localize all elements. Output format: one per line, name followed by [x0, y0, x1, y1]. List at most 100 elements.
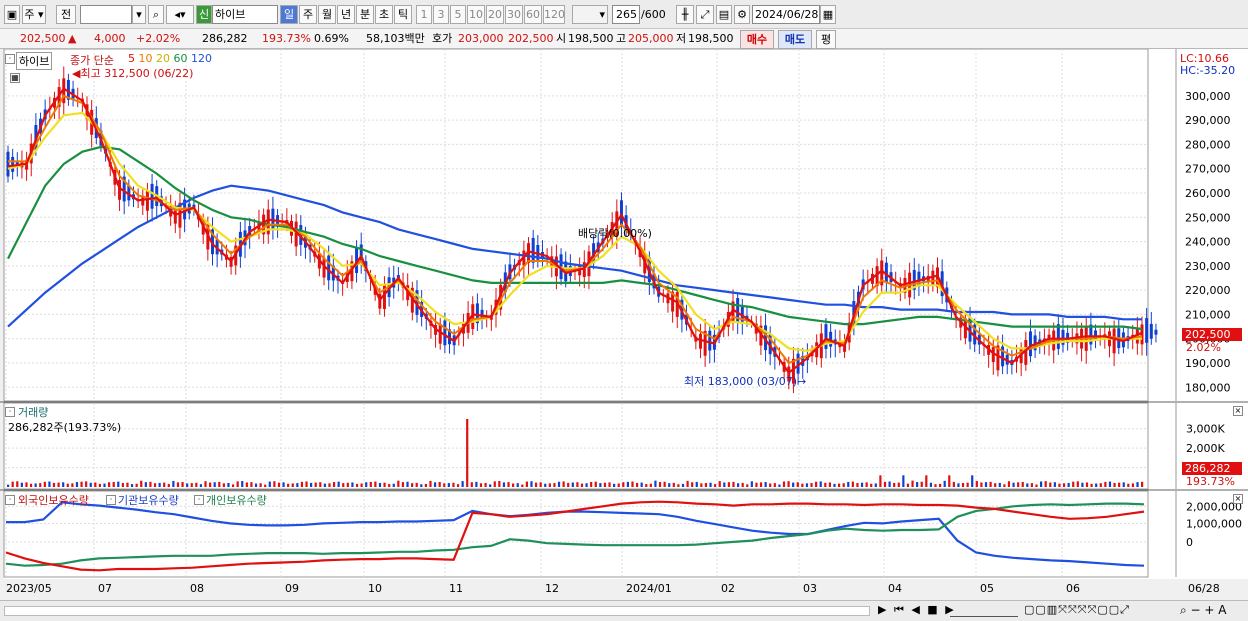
interval-tab-5[interactable]: 5 [450, 5, 466, 24]
time-scrollbar[interactable] [4, 606, 870, 616]
bar-count-input[interactable]: 265 [612, 5, 640, 24]
price-tick-label: 180,000 [1185, 381, 1231, 394]
eval-button[interactable]: 평 [816, 30, 836, 49]
volume-bar [658, 482, 662, 487]
volume-bar [1085, 482, 1089, 487]
period-tab-6[interactable]: 틱 [394, 5, 412, 24]
market-select[interactable]: 주 ▾ [22, 5, 46, 24]
volume-bar [484, 482, 487, 487]
inst-panel-icon[interactable]: · [106, 495, 116, 505]
credit-badge[interactable]: 신 [196, 5, 212, 24]
foreign-holding-title[interactable]: 외국인보유수량 [18, 492, 89, 508]
volume-value: 286,282 [202, 32, 248, 45]
volume-bar [181, 482, 184, 487]
volume-bar [397, 480, 400, 487]
bid-ask-label: 호가 [432, 32, 453, 45]
table-icon[interactable]: ▦ [10, 73, 20, 83]
volume-bar [966, 482, 969, 487]
sound-icon[interactable]: ◂▾ [166, 5, 194, 24]
volume-title[interactable]: 거래량 [18, 404, 48, 420]
volume-bar [140, 480, 143, 487]
volume-bar [48, 481, 51, 487]
period-tab-4[interactable]: 분 [356, 5, 374, 24]
period-tab-3[interactable]: 년 [337, 5, 355, 24]
interval-tab-30[interactable]: 30 [505, 5, 523, 24]
indiv-panel-icon[interactable]: · [194, 495, 204, 505]
code-dropdown-icon[interactable]: ▾ [132, 5, 146, 24]
date-input[interactable]: 2024/06/28 [752, 5, 820, 24]
inst-holding-title[interactable]: 기관보유수량 [118, 492, 179, 508]
volume-bar [796, 482, 799, 487]
period-tab-2[interactable]: 월 [318, 5, 336, 24]
low-label: 저 [676, 32, 687, 45]
volume-panel-close-icon[interactable]: × [1233, 406, 1243, 416]
interval-tab-120[interactable]: 120 [543, 5, 565, 24]
drawing-tool-icon[interactable]: ⤢ [696, 5, 714, 24]
save-icon[interactable]: ▤ [716, 5, 732, 24]
buy-button[interactable]: 매수 [740, 30, 774, 49]
volume-bar [43, 481, 46, 487]
candle-type-icon[interactable]: ╫ [676, 5, 694, 24]
price-panel-tag[interactable]: 하이브 [16, 52, 53, 70]
gear-icon[interactable]: ⚙ [734, 5, 750, 24]
volume-bar [599, 483, 602, 487]
low-note: 최저 183,000 (03/07)→ [684, 375, 807, 388]
stock-name-field[interactable]: 하이브 [212, 5, 278, 24]
window-menu-icon[interactable]: ▣ [4, 5, 20, 24]
volume-bar [360, 483, 363, 487]
holding-panel-close-icon[interactable]: × [1233, 494, 1243, 504]
period-tab-0[interactable]: 일 [280, 5, 298, 24]
volume-bar [470, 482, 473, 487]
interval-tab-3[interactable]: 3 [433, 5, 449, 24]
change-rate: +2.02% [136, 32, 181, 45]
volume-bar [300, 481, 304, 487]
holding-panel-icon[interactable]: · [5, 495, 15, 505]
volume-bar [172, 480, 175, 487]
panel-close-icon[interactable]: · [5, 54, 15, 64]
market-label: 주 [24, 8, 35, 21]
search-icon[interactable]: ⌕ [148, 5, 164, 24]
volume-bar [631, 481, 634, 487]
zoom-icons[interactable]: ⌕ − + A [1180, 603, 1226, 618]
volume-bar [236, 481, 239, 487]
volume-bar [677, 484, 680, 487]
volume-bar [778, 484, 781, 487]
volume-panel-icon[interactable]: · [5, 407, 15, 417]
candle-body [11, 156, 15, 172]
interval-select[interactable]: ▾ [572, 5, 608, 24]
candle-body [1028, 331, 1032, 357]
volume-bar [929, 482, 933, 487]
interval-dropdown-icon: ▾ [599, 8, 605, 21]
x-axis-label: 05 [980, 582, 994, 595]
indiv-holding-title[interactable]: 개인보유수량 [206, 492, 267, 508]
volume-bar [1053, 482, 1056, 487]
stock-code-input[interactable]: 352820 [80, 5, 132, 24]
volume-bar [429, 480, 432, 487]
price-tick-label: 280,000 [1185, 138, 1231, 151]
volume-bar [700, 483, 703, 487]
price-tick-label: 210,000 [1185, 308, 1231, 321]
volume-bar [231, 484, 235, 487]
volume-bar [433, 482, 437, 487]
zoom-slider[interactable] [950, 605, 1018, 617]
calendar-icon[interactable]: ▦ [820, 5, 836, 24]
chart-tools-icons[interactable]: ▢▢▥⤧⤧⤧⤧▢▢⤢ [1024, 603, 1130, 617]
period-tab-5[interactable]: 초 [375, 5, 393, 24]
volume-bar [810, 483, 813, 487]
volume-bar [534, 482, 538, 487]
volume-bar [1035, 484, 1038, 487]
interval-tab-10[interactable]: 10 [467, 5, 485, 24]
volume-bar [277, 482, 281, 487]
interval-tab-20[interactable]: 20 [486, 5, 504, 24]
mode-toggle[interactable]: 전 [56, 5, 76, 24]
high-label: 고 [616, 32, 627, 45]
volume-bar [241, 481, 244, 487]
volume-bar [562, 481, 565, 487]
playback-controls[interactable]: ▶ ⏮ ◀ ■ ▶ [878, 603, 956, 617]
interval-tab-60[interactable]: 60 [524, 5, 542, 24]
interval-tab-1[interactable]: 1 [416, 5, 432, 24]
period-tab-1[interactable]: 주 [299, 5, 317, 24]
volume-bar [906, 483, 910, 487]
volume-bar [1017, 482, 1020, 487]
sell-button[interactable]: 매도 [778, 30, 812, 49]
